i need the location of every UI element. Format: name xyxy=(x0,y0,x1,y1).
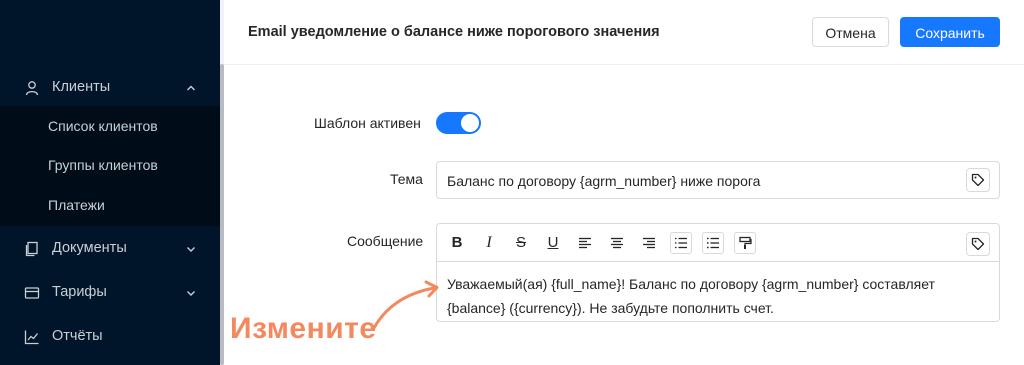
message-insert-variable-button[interactable] xyxy=(966,232,990,256)
page-header: Email уведомление о балансе ниже порогов… xyxy=(224,0,1024,65)
strikethrough-button[interactable]: S xyxy=(510,232,532,254)
sidebar-scrollbar-thumb[interactable] xyxy=(220,64,224,365)
ordered-list-icon xyxy=(675,237,687,249)
sidebar-item-documents[interactable]: Документы xyxy=(0,229,220,269)
template-active-toggle[interactable] xyxy=(436,112,481,134)
sidebar-item-clients[interactable]: Клиенты xyxy=(0,68,220,108)
annotation-label: Измените xyxy=(230,312,377,345)
align-center-icon xyxy=(611,237,623,249)
subject-input[interactable]: Баланс по договору {agrm_number} ниже по… xyxy=(436,161,1000,199)
message-label: Сообщение xyxy=(347,233,424,249)
save-button[interactable]: Сохранить xyxy=(900,17,1000,47)
sidebar-item-reports[interactable]: Отчёты xyxy=(0,317,220,357)
subject-input-value: Баланс по договору {agrm_number} ниже по… xyxy=(447,173,761,189)
underline-icon: U xyxy=(547,234,559,251)
sidebar-item-label: Тарифы xyxy=(52,284,107,300)
chart-icon xyxy=(24,330,39,345)
sidebar-item-label: Отчёты xyxy=(52,328,103,344)
message-editor-content[interactable]: Уважаемый(ая) {full_name}! Баланс по дог… xyxy=(447,272,993,320)
clients-submenu: Список клиентов Группы клиентов Платежи xyxy=(0,106,220,226)
sidebar-subitem-client-groups[interactable]: Группы клиентов xyxy=(48,157,158,173)
annotation-arrow-icon xyxy=(372,280,439,330)
bold-icon: B xyxy=(451,234,463,251)
tag-icon xyxy=(971,237,985,251)
chevron-up-icon xyxy=(187,85,195,91)
message-editor[interactable]: B I S U Уважаемый(ая) {full_name}! Балан… xyxy=(436,223,1000,322)
template-active-label: Шаблон активен xyxy=(314,115,421,131)
subject-insert-variable-button[interactable] xyxy=(966,168,990,192)
align-left-icon xyxy=(579,237,591,249)
subject-label: Тема xyxy=(390,171,423,187)
align-right-button[interactable] xyxy=(638,232,660,254)
sidebar: Клиенты Список клиентов Группы клиентов … xyxy=(0,0,220,365)
bullet-list-button[interactable] xyxy=(702,232,724,254)
format-painter-button[interactable] xyxy=(734,232,756,254)
cancel-button[interactable]: Отмена xyxy=(812,17,889,47)
page-title: Email уведомление о балансе ниже порогов… xyxy=(248,24,660,40)
editor-toolbar: B I S U xyxy=(437,224,999,262)
sidebar-subitem-client-list[interactable]: Список клиентов xyxy=(48,118,158,134)
bullet-list-icon xyxy=(706,237,719,249)
sidebar-item-label: Клиенты xyxy=(52,79,111,95)
sidebar-item-tariffs[interactable]: Тарифы xyxy=(0,273,220,313)
align-center-button[interactable] xyxy=(606,232,628,254)
toggle-knob xyxy=(461,114,479,132)
chevron-down-icon xyxy=(187,291,195,296)
format-painter-icon xyxy=(739,236,752,249)
chevron-down-icon xyxy=(187,247,195,252)
italic-button[interactable]: I xyxy=(478,232,500,254)
card-icon xyxy=(24,287,40,299)
italic-icon: I xyxy=(486,234,492,251)
bold-button[interactable]: B xyxy=(446,232,468,254)
tag-icon xyxy=(971,173,985,187)
user-icon xyxy=(25,81,39,96)
underline-button[interactable]: U xyxy=(542,232,564,254)
sidebar-subitem-payments[interactable]: Платежи xyxy=(48,197,105,213)
align-right-icon xyxy=(643,237,655,249)
ordered-list-button[interactable] xyxy=(670,232,692,254)
sidebar-item-label: Документы xyxy=(52,240,127,256)
documents-icon xyxy=(25,241,38,257)
strikethrough-icon: S xyxy=(515,234,526,251)
align-left-button[interactable] xyxy=(574,232,596,254)
